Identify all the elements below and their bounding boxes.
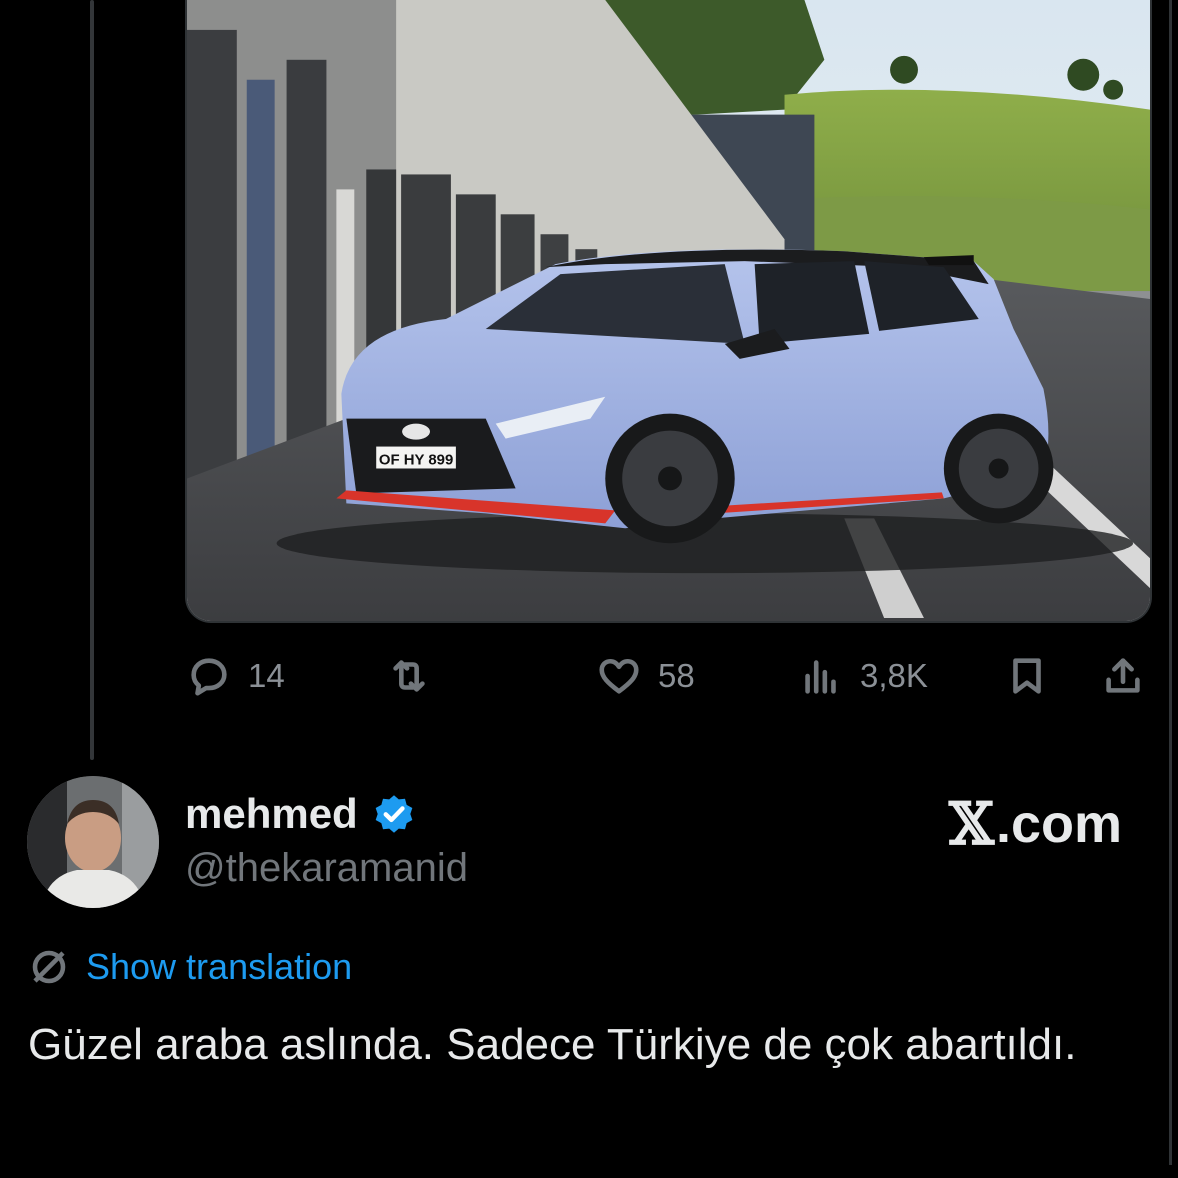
verified-badge-icon xyxy=(372,792,416,836)
like-button[interactable]: 58 xyxy=(596,646,695,706)
author-name-row: mehmed xyxy=(185,790,416,838)
author-handle[interactable]: @thekaramanid xyxy=(185,846,468,891)
x-logo: 𝕏 xyxy=(948,790,994,858)
avatar-photo xyxy=(27,776,159,908)
share-button[interactable] xyxy=(1100,646,1146,706)
thread-connector-line xyxy=(90,0,94,760)
bookmark-button[interactable] xyxy=(1004,646,1050,706)
show-translation-label: Show translation xyxy=(86,946,353,987)
car-photo: OF HY 899 xyxy=(187,0,1150,621)
repost-button[interactable] xyxy=(386,646,432,706)
show-translation-link[interactable]: Show translation xyxy=(28,946,352,988)
reply-text: Güzel araba aslında. Sadece Türkiye de ç… xyxy=(28,1020,1077,1069)
license-plate-text: OF HY 899 xyxy=(379,451,453,468)
views-button[interactable]: 3,8K xyxy=(798,646,928,706)
scrollbar-track xyxy=(1169,0,1172,1165)
views-count: 3,8K xyxy=(860,657,928,694)
reply-count: 14 xyxy=(248,657,285,694)
bookmark-icon xyxy=(1013,658,1041,694)
brand-domain: .com xyxy=(995,794,1122,854)
repost-arrows-icon xyxy=(393,660,425,692)
heart-icon xyxy=(599,658,639,694)
brand-watermark: 𝕏 .com xyxy=(949,790,1122,858)
post-image[interactable]: OF HY 899 xyxy=(185,0,1152,623)
post-action-bar: 14 58 3,8K xyxy=(186,646,1146,706)
share-upload-icon xyxy=(1106,658,1140,693)
like-count: 58 xyxy=(658,657,695,694)
avatar[interactable] xyxy=(27,776,159,908)
author-display-name[interactable]: mehmed xyxy=(185,790,358,838)
globe-slash-icon xyxy=(32,950,66,984)
bar-chart-icon xyxy=(805,660,836,694)
speech-bubble-icon xyxy=(191,658,227,696)
reply-button[interactable]: 14 xyxy=(186,646,285,706)
